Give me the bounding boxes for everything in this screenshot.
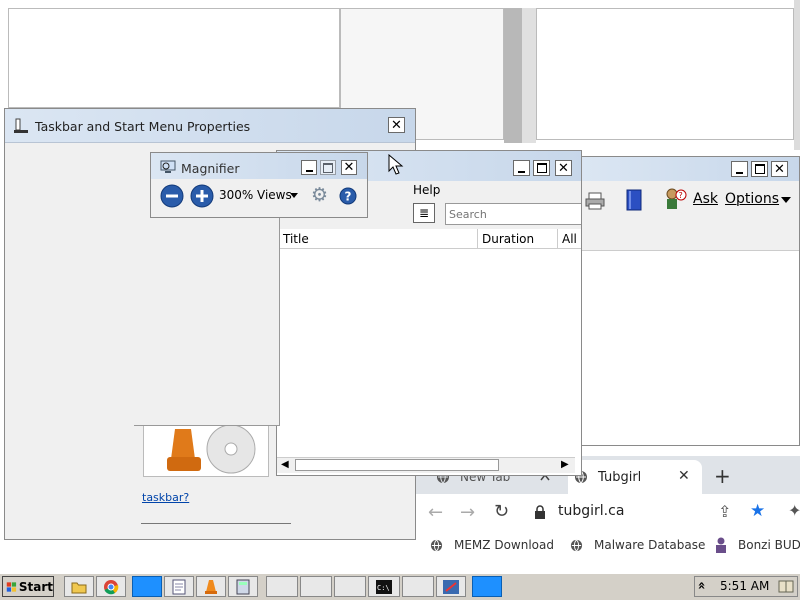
bg-window-left (8, 8, 340, 108)
bookmark-bonzi[interactable]: Bonzi BUD (738, 538, 800, 552)
gear-icon[interactable]: ⚙ (311, 184, 328, 206)
printer-icon[interactable] (585, 191, 605, 211)
globe-icon (570, 539, 583, 552)
media-minimize[interactable] (513, 160, 530, 176)
bookmark-malware[interactable]: Malware Database (594, 538, 705, 552)
ask-icon: ? (666, 188, 687, 209)
divider (141, 523, 291, 524)
ask-button[interactable]: Ask (693, 191, 718, 207)
bg-divider-right (794, 0, 800, 150)
views-dropdown[interactable]: Views (257, 188, 292, 202)
zoom-out-icon[interactable] (160, 184, 184, 208)
task-cmd[interactable]: C:\ (368, 576, 400, 597)
tray-book-icon[interactable] (778, 579, 794, 594)
view-toggle-button[interactable]: ≣ (413, 203, 435, 223)
zoom-level: 300% (219, 188, 254, 202)
task-calculator[interactable] (228, 576, 258, 597)
task-blue-2[interactable] (472, 576, 502, 597)
window-title: Taskbar and Start Menu Properties (35, 119, 251, 134)
extensions-icon[interactable]: ✦ (788, 501, 800, 520)
svg-text:?: ? (679, 191, 683, 200)
magnifier-maximize[interactable] (320, 160, 336, 175)
tray-chevron-icon[interactable]: » (695, 581, 710, 589)
magnifier-icon (160, 160, 176, 173)
right-window-minimize[interactable] (731, 161, 748, 177)
calculator-icon (236, 579, 250, 595)
magnifier-minimize[interactable] (301, 160, 317, 175)
taskbar-props-icon (14, 118, 28, 133)
globe-icon (430, 539, 443, 552)
chevron-down-icon (290, 193, 298, 198)
start-label: Start (18, 579, 53, 594)
magnifier-window[interactable]: Magnifier ✕ 300% Views ⚙ ? (150, 152, 368, 218)
column-title[interactable]: Title (283, 232, 309, 246)
scroll-left-icon[interactable]: ◀ (281, 459, 289, 470)
paint-icon (443, 580, 459, 594)
right-window-close[interactable]: ✕ (771, 161, 788, 177)
column-header-row (277, 229, 581, 249)
star-icon[interactable]: ★ (750, 501, 765, 521)
chrome-icon (104, 580, 119, 595)
book-icon[interactable] (625, 189, 643, 211)
search-input[interactable] (449, 206, 579, 222)
clock[interactable]: 5:51 AM (720, 579, 769, 593)
options-button[interactable]: Options (725, 191, 779, 207)
task-notepad[interactable] (164, 576, 194, 597)
scrollbar-thumb[interactable] (295, 459, 499, 471)
task-paint[interactable] (436, 576, 466, 597)
svg-text:?: ? (345, 190, 352, 204)
task-vlc[interactable] (196, 576, 226, 597)
new-tab-button[interactable]: + (714, 464, 731, 488)
folder-icon (71, 582, 87, 594)
magnifier-close[interactable]: ✕ (341, 160, 357, 175)
start-button[interactable]: Start (2, 576, 54, 597)
media-close[interactable]: ✕ (555, 160, 572, 176)
right-window[interactable]: ✕ ? Ask Options (580, 156, 800, 446)
bg-bar-divider (504, 8, 522, 143)
taskbar-link[interactable]: taskbar? (142, 491, 189, 504)
magnifier-view (134, 206, 280, 426)
lock-icon (535, 505, 545, 519)
cursor-arrow (388, 154, 404, 175)
bg-bar-divider-2 (522, 8, 536, 143)
bookmark-memz[interactable]: MEMZ Download (454, 538, 554, 552)
task-blank-1[interactable] (266, 576, 298, 597)
bonzi-icon (716, 537, 726, 553)
notepad-icon (172, 579, 186, 595)
magnifier-title: Magnifier (181, 161, 240, 176)
share-icon[interactable]: ⇪ (718, 502, 731, 521)
column-duration[interactable]: Duration (482, 232, 534, 246)
media-maximize[interactable] (533, 160, 550, 176)
reload-icon[interactable]: ↻ (494, 501, 509, 522)
task-chrome[interactable] (96, 576, 126, 597)
task-blank-4[interactable] (402, 576, 434, 597)
column-all[interactable]: All (562, 232, 577, 246)
task-folder[interactable] (64, 576, 94, 597)
task-blank-3[interactable] (334, 576, 366, 597)
chevron-down-icon (781, 197, 791, 203)
back-icon[interactable]: ← (428, 502, 443, 523)
tab-close-icon[interactable]: ✕ (678, 468, 690, 484)
forward-icon[interactable]: → (460, 502, 475, 523)
cd-icon (167, 424, 256, 474)
right-window-maximize[interactable] (751, 161, 768, 177)
zoom-in-icon[interactable] (190, 184, 214, 208)
bg-window-right (536, 8, 794, 140)
help-icon[interactable]: ? (339, 187, 357, 205)
vlc-icon (205, 580, 217, 594)
taskbar-props-close[interactable]: ✕ (388, 117, 405, 133)
cmd-icon: C:\ (376, 580, 392, 594)
task-blue-1[interactable] (132, 576, 162, 597)
task-blank-2[interactable] (300, 576, 332, 597)
svg-text:C:\: C:\ (377, 584, 390, 592)
menu-help[interactable]: Help (413, 183, 440, 197)
url-text[interactable]: tubgirl.ca (558, 503, 624, 519)
windows-logo-icon (6, 581, 17, 592)
scroll-right-icon[interactable]: ▶ (561, 459, 569, 470)
tab-tubgirl[interactable]: Tubgirl (598, 470, 641, 485)
